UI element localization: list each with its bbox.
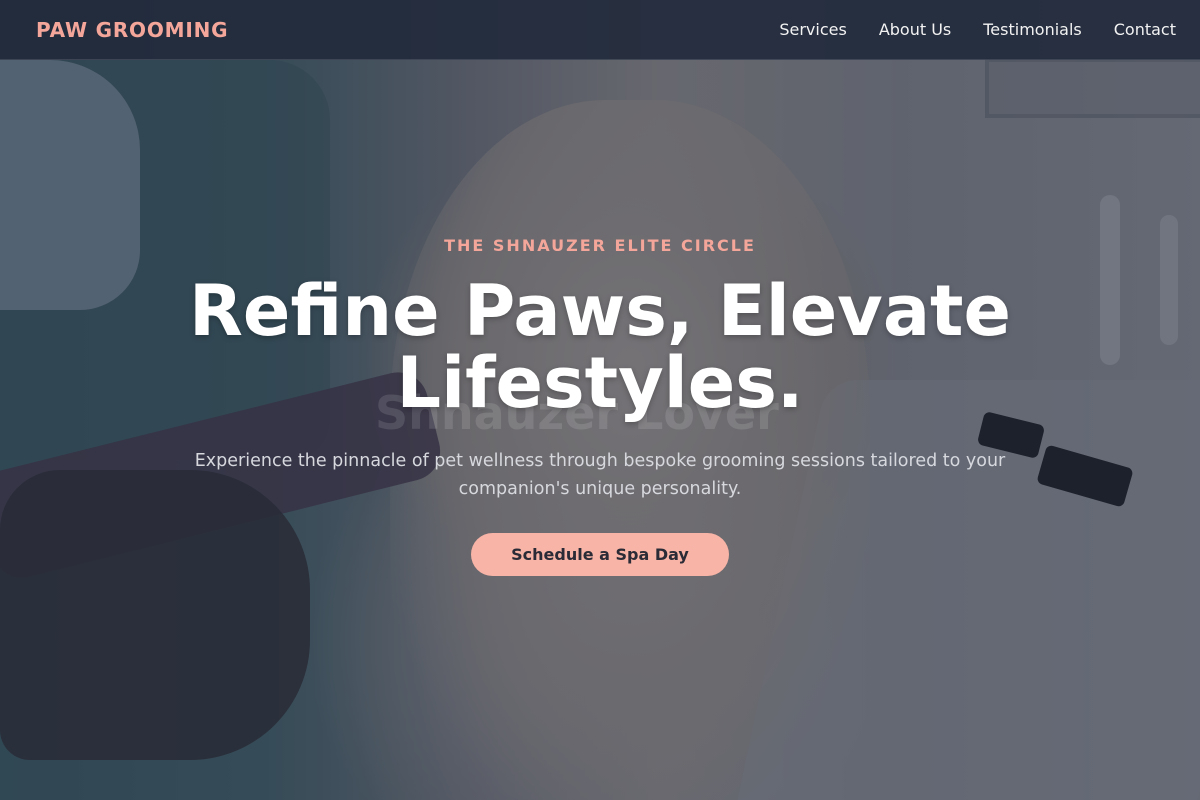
hero-headline: Refine Paws, Elevate Lifestyles. — [189, 270, 1011, 424]
nav-link-contact[interactable]: Contact — [1114, 20, 1176, 39]
landing-page: Shnauzer Lover PAW GROOMING Services Abo… — [0, 0, 1200, 800]
schedule-spa-day-button[interactable]: Schedule a Spa Day — [471, 533, 729, 576]
hero-subtext: Experience the pinnacle of pet wellness … — [194, 451, 1006, 499]
hero-eyebrow: THE SHNAUZER ELITE CIRCLE — [444, 236, 756, 255]
nav-link-about-us[interactable]: About Us — [879, 20, 951, 39]
main-nav: Services About Us Testimonials Contact — [779, 20, 1176, 39]
top-navbar: PAW GROOMING Services About Us Testimoni… — [0, 0, 1200, 60]
brand-logo[interactable]: PAW GROOMING — [36, 18, 228, 42]
nav-link-testimonials[interactable]: Testimonials — [983, 20, 1082, 39]
hero-section: THE SHNAUZER ELITE CIRCLE Refine Paws, E… — [0, 236, 1200, 576]
nav-link-services[interactable]: Services — [779, 20, 846, 39]
